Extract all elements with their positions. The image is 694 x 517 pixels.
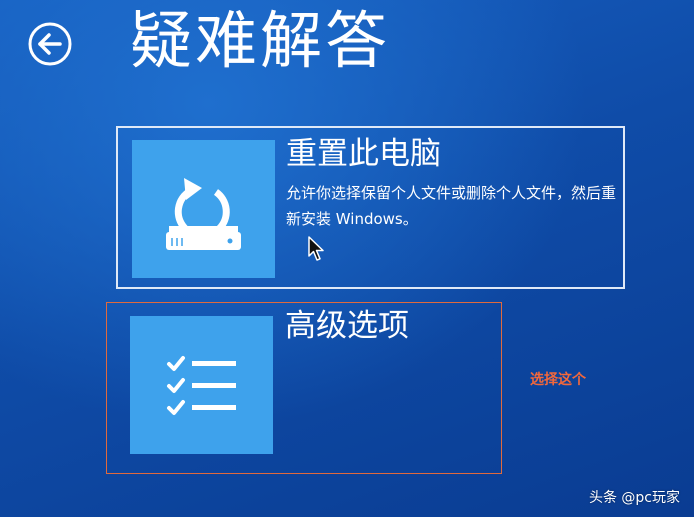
reset-pc-option[interactable]: 重置此电脑 允许你选择保留个人文件或删除个人文件，然后重新安装 Windows。: [116, 126, 625, 289]
watermark: 头条 @pc玩家: [588, 490, 680, 506]
reset-pc-tile: [132, 140, 275, 278]
highlight-box: [106, 302, 502, 474]
reset-pc-icon: [166, 178, 241, 250]
reset-pc-description: 允许你选择保留个人文件或删除个人文件，然后重新安装 Windows。: [286, 184, 617, 228]
back-arrow-icon: [28, 22, 72, 66]
annotation-label: 选择这个: [530, 372, 586, 388]
reset-pc-title: 重置此电脑: [286, 136, 441, 172]
page-title: 疑难解答: [130, 4, 391, 77]
mouse-pointer-icon: [308, 236, 324, 261]
mouse-cursor: [308, 236, 326, 266]
back-button[interactable]: [26, 20, 74, 68]
